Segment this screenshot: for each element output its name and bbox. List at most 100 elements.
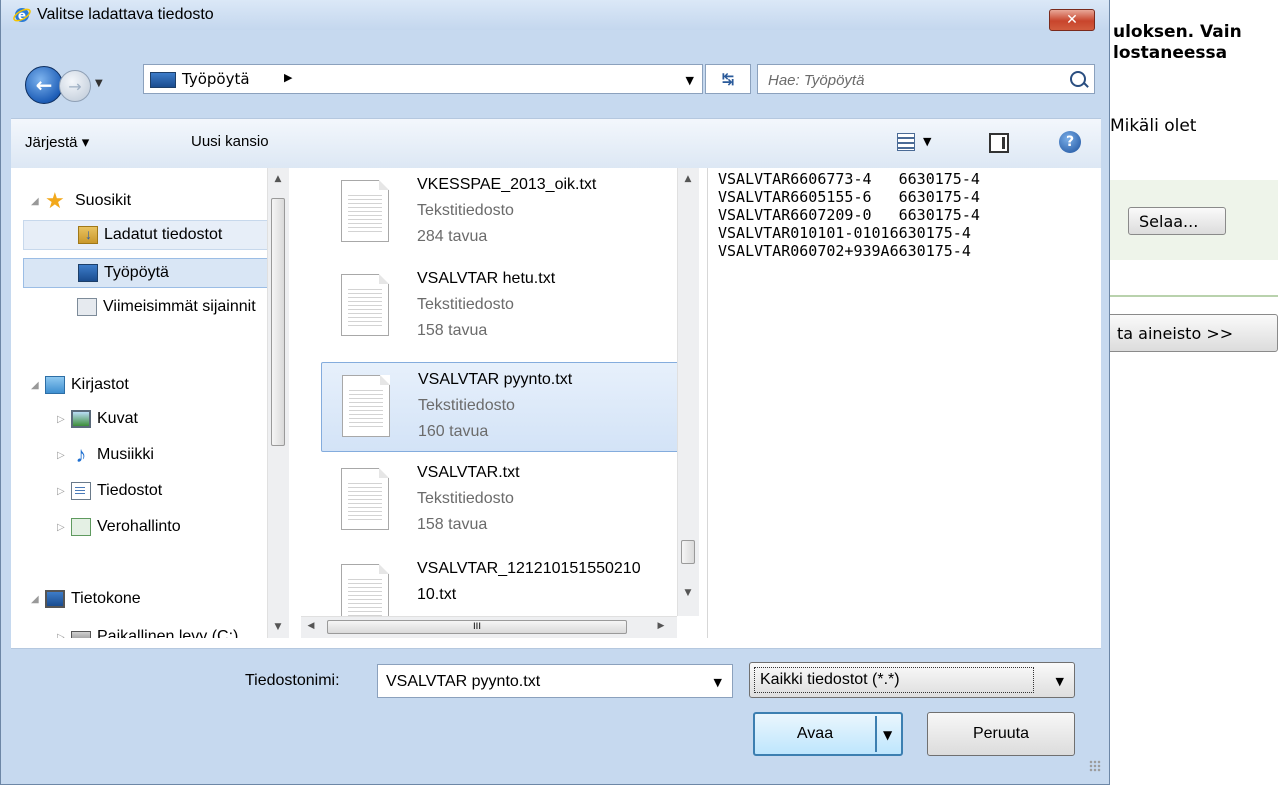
- preview-pane: VSALVTAR6606773-4 6630175-4 VSALVTAR6605…: [707, 168, 1101, 638]
- page-heading-line2: lostaneessa: [1113, 43, 1228, 63]
- next-button[interactable]: ta aineisto >>: [1106, 314, 1278, 352]
- file-list: VKESSPAE_2013_oik.txt Tekstitiedosto 284…: [311, 168, 706, 638]
- expand-icon[interactable]: ▷: [57, 414, 71, 425]
- search-input[interactable]: [766, 69, 1060, 91]
- text-file-icon: [341, 180, 389, 242]
- hscroll-thumb[interactable]: III: [327, 620, 627, 634]
- command-bar: Järjestä ▾ Uusi kansio ▼ ?: [11, 118, 1101, 170]
- file-type: Tekstitiedosto: [417, 202, 514, 219]
- scroll-down-icon[interactable]: ▼: [678, 588, 698, 598]
- arrow-right-icon: →: [68, 76, 82, 96]
- address-bar[interactable]: Työpöytä ▶ ▼: [143, 64, 703, 94]
- scroll-down-icon[interactable]: ▼: [268, 622, 288, 632]
- recent-places-icon: [77, 298, 97, 316]
- file-item[interactable]: VSALVTAR.txt Tekstitiedosto 158 tavua: [321, 456, 686, 546]
- collapse-icon[interactable]: ◢: [31, 380, 45, 391]
- nav-item-favorites[interactable]: ◢ ★ Suosikit: [31, 186, 131, 216]
- page-paragraph: Mikäli olet: [1110, 116, 1197, 136]
- new-folder-button[interactable]: Uusi kansio: [191, 133, 269, 150]
- scroll-up-icon[interactable]: ▲: [678, 174, 698, 184]
- file-item-selected[interactable]: VSALVTAR pyynto.txt Tekstitiedosto 160 t…: [321, 362, 686, 452]
- nav-label: Kuvat: [97, 410, 138, 427]
- filename-input[interactable]: [384, 671, 688, 693]
- scroll-up-icon[interactable]: ▲: [268, 174, 288, 184]
- file-item[interactable]: VSALVTAR hetu.txt Tekstitiedosto 158 tav…: [321, 262, 686, 352]
- hard-disk-icon: [71, 631, 91, 638]
- desktop-icon: [78, 264, 98, 282]
- nav-item-music[interactable]: ▷ ♪ Musiikki: [57, 440, 154, 470]
- address-location[interactable]: Työpöytä: [182, 70, 250, 88]
- refresh-icon: ↹: [721, 70, 735, 88]
- nav-scroll-thumb[interactable]: [271, 198, 285, 446]
- file-scroll-thumb[interactable]: [681, 540, 695, 564]
- preview-pane-icon[interactable]: [989, 133, 1009, 153]
- music-note-icon: ♪: [75, 442, 87, 467]
- help-icon[interactable]: ?: [1059, 131, 1081, 153]
- view-options-dropdown[interactable]: ▼: [923, 135, 931, 148]
- expand-icon[interactable]: ▷: [57, 522, 71, 533]
- filename-dropdown[interactable]: ▼: [714, 676, 722, 689]
- organize-menu[interactable]: Järjestä ▾: [25, 133, 89, 151]
- file-type: Tekstitiedosto: [417, 296, 514, 313]
- file-item[interactable]: VKESSPAE_2013_oik.txt Tekstitiedosto 284…: [321, 168, 686, 258]
- cancel-button[interactable]: Peruuta: [927, 712, 1075, 756]
- collapse-icon[interactable]: ◢: [31, 196, 45, 207]
- nav-item-local-disk[interactable]: ▷ Paikallinen levy (C:): [57, 622, 238, 638]
- open-options-dropdown[interactable]: ▼: [883, 728, 892, 742]
- pictures-icon: [71, 410, 91, 428]
- nav-item-libraries[interactable]: ◢ Kirjastot: [31, 370, 129, 400]
- refresh-button[interactable]: ↹: [705, 64, 751, 94]
- forward-button[interactable]: →: [59, 70, 91, 102]
- filetype-select[interactable]: Kaikki tiedostot (*.*) ▼: [749, 662, 1075, 698]
- file-name: VSALVTAR hetu.txt: [417, 270, 556, 287]
- scroll-right-icon[interactable]: ▶: [651, 621, 671, 631]
- expand-icon[interactable]: ▷: [57, 486, 71, 497]
- scroll-left-icon[interactable]: ◀: [301, 621, 321, 631]
- nav-label: Verohallinto: [97, 518, 181, 535]
- file-name: VSALVTAR pyynto.txt: [418, 371, 573, 388]
- resize-grip[interactable]: [1089, 760, 1101, 772]
- expand-icon[interactable]: ▷: [57, 632, 71, 639]
- page-divider: [1110, 295, 1278, 297]
- nav-item-verohallinto[interactable]: ▷ Verohallinto: [57, 512, 181, 542]
- nav-label: Viimeisimmät sijainnit: [103, 298, 256, 315]
- nav-item-pictures[interactable]: ▷ Kuvat: [57, 404, 138, 434]
- file-name: VSALVTAR_121210151550210: [417, 560, 641, 577]
- nav-item-recent[interactable]: Viimeisimmät sijainnit: [77, 292, 256, 322]
- view-options-icon[interactable]: [897, 133, 915, 151]
- nav-label: Työpöytä: [104, 264, 169, 281]
- text-file-icon: [341, 274, 389, 336]
- preview-text: VSALVTAR6606773-4 6630175-4 VSALVTAR6605…: [718, 170, 980, 260]
- nav-label: Kirjastot: [71, 376, 129, 393]
- recent-pages-dropdown[interactable]: ▼: [95, 78, 103, 89]
- breadcrumb-arrow-icon[interactable]: ▶: [284, 71, 292, 84]
- filename-combobox[interactable]: ▼: [377, 664, 733, 698]
- search-box[interactable]: [757, 64, 1095, 94]
- desktop-icon: [150, 72, 176, 88]
- dialog-content: ◢ ★ Suosikit Ladatut tiedostot Työpöytä …: [11, 168, 1101, 649]
- file-list-hscrollbar[interactable]: ◀ III ▶: [301, 616, 677, 638]
- chevron-down-icon: ▼: [1055, 675, 1064, 688]
- close-button[interactable]: ✕: [1049, 9, 1095, 31]
- star-icon: ★: [45, 188, 65, 213]
- nav-item-desktop[interactable]: Työpöytä: [23, 258, 289, 288]
- file-name: VKESSPAE_2013_oik.txt: [417, 176, 597, 193]
- nav-item-computer[interactable]: ◢ Tietokone: [31, 584, 141, 614]
- file-open-dialog: e Valitse ladattava tiedosto ✕ ← → ▼ Työ…: [0, 0, 1110, 785]
- nav-item-documents[interactable]: ▷ Tiedostot: [57, 476, 162, 506]
- file-name-continued: 10.txt: [417, 586, 457, 603]
- back-button[interactable]: ←: [25, 66, 63, 104]
- open-button[interactable]: Avaa: [753, 712, 903, 756]
- browse-button[interactable]: Selaa...: [1128, 207, 1226, 235]
- collapse-icon[interactable]: ◢: [31, 594, 45, 605]
- address-dropdown[interactable]: ▼: [686, 74, 694, 87]
- file-size: 160 tavua: [418, 423, 489, 440]
- nav-pane-scrollbar[interactable]: ▲ ▼: [267, 168, 289, 638]
- open-split-divider: [875, 716, 877, 752]
- nav-label: Suosikit: [75, 192, 132, 209]
- search-icon[interactable]: [1070, 71, 1086, 87]
- file-list-scrollbar[interactable]: ▲ ▼: [677, 168, 699, 616]
- expand-icon[interactable]: ▷: [57, 450, 71, 461]
- nav-label: Paikallinen levy (C:): [97, 628, 239, 638]
- nav-item-downloads[interactable]: Ladatut tiedostot: [23, 220, 289, 250]
